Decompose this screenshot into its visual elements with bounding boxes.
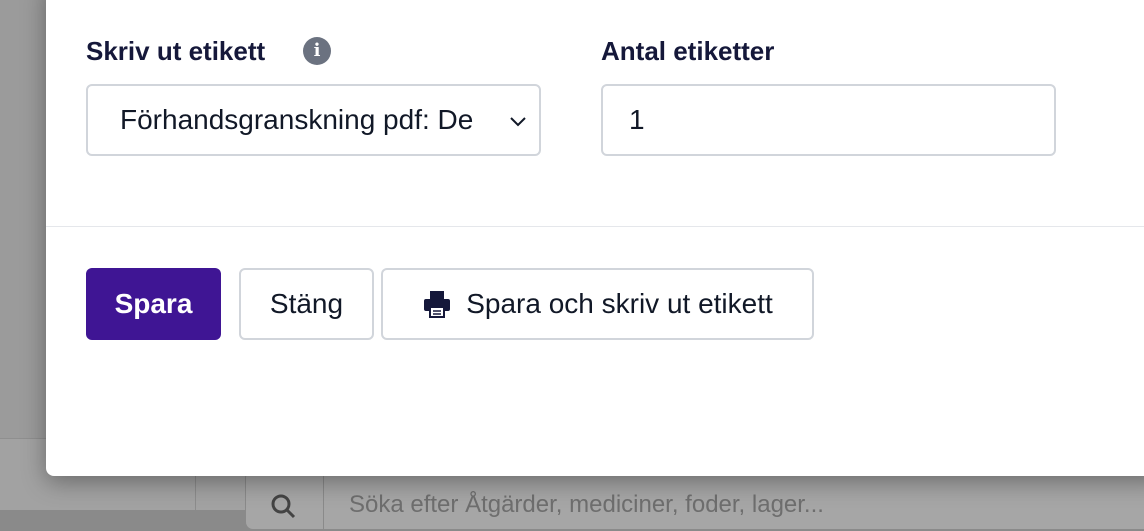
print-label-modal: Skriv ut etikett i Förhandsgranskning pd… (46, 0, 1144, 476)
printer-icon (424, 291, 451, 318)
save-and-print-label: Spara och skriv ut etikett (466, 288, 773, 319)
chevron-down-icon (510, 117, 526, 127)
info-icon[interactable]: i (303, 37, 331, 65)
label-count-heading: Antal etiketter (601, 36, 775, 66)
label-count-input[interactable] (601, 84, 1056, 156)
save-button[interactable]: Spara (86, 268, 221, 340)
search-placeholder: Söka efter Åtgärder, mediciner, foder, l… (349, 491, 824, 518)
footer-divider (46, 226, 1144, 227)
print-label-select[interactable]: Förhandsgranskning pdf: De (86, 84, 541, 156)
save-and-print-button[interactable]: Spara och skriv ut etikett (381, 268, 814, 340)
background-search-field: Söka efter Åtgärder, mediciner, foder, l… (245, 470, 1144, 531)
print-label-selected-value: Förhandsgranskning pdf: De (120, 104, 474, 135)
close-button[interactable]: Stäng (239, 268, 374, 340)
search-icon (271, 494, 296, 519)
print-label-heading: Skriv ut etikett (86, 36, 266, 66)
background-search-icon-box (246, 471, 324, 531)
